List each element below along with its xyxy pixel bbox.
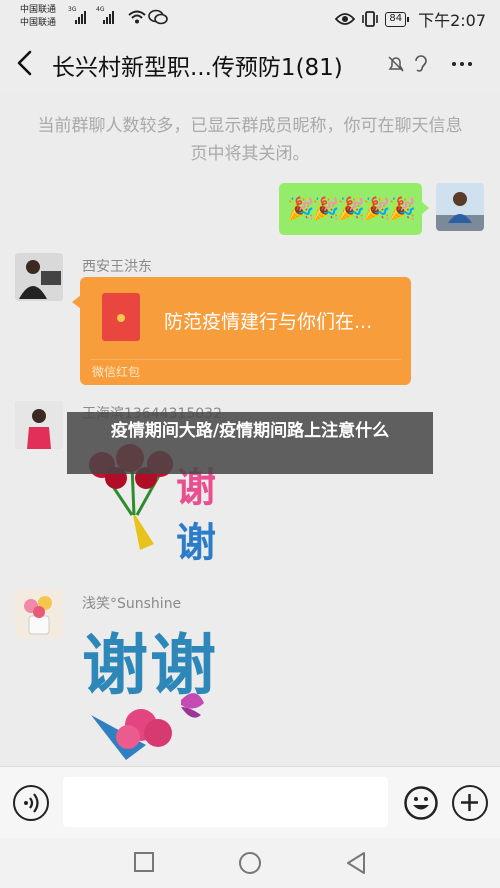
red-packet-label: 微信红包	[92, 365, 141, 379]
status-bar: 中国联通 中国联通 3G 4G 84 下午2:07	[0, 0, 500, 34]
red-packet-title: 防范疫情建行与你们在...	[164, 311, 373, 333]
mute-bell-icon	[388, 56, 404, 72]
eye-comfort-icon	[335, 13, 356, 25]
emoji-button[interactable]	[403, 785, 439, 821]
red-packet-card[interactable]: 防范疫情建行与你们在... 微信红包	[80, 277, 411, 385]
signal-1-icon	[75, 11, 86, 24]
more-functions-button[interactable]	[452, 785, 488, 821]
clock: 下午2:07	[418, 11, 486, 30]
more-options-icon[interactable]	[452, 62, 472, 66]
sender-name: 浅笑°Sunshine	[82, 596, 182, 612]
avatar-wang-hongdong[interactable]	[15, 253, 63, 301]
wechat-notification-icon	[148, 9, 168, 25]
signal-2-icon	[103, 11, 114, 24]
back-arrow-icon[interactable]	[14, 50, 36, 76]
system-notice: 当前群聊人数较多，已显示群成员昵称，你可在聊天信息页中将其关闭。	[37, 116, 463, 164]
divider	[90, 359, 401, 360]
avatar-sunshine[interactable]	[15, 590, 63, 638]
chat-title: 长兴村新型职...传预防1(81)	[52, 55, 343, 81]
battery-indicator: 84	[385, 11, 409, 27]
party-popper-emojis: 🎉🎉🎉🎉🎉	[287, 196, 416, 222]
avatar-wang-haibin[interactable]	[15, 401, 63, 449]
vibrate-icon	[362, 11, 379, 27]
chat-header: 长兴村新型职...传预防1(81)	[0, 34, 500, 94]
sticker-text-xie-2: 谢	[176, 520, 216, 566]
earpiece-mode-icon	[415, 55, 427, 72]
message-input-bar	[0, 766, 500, 838]
overlay-caption-banner: 疫情期间大路/疫情期间路上注意什么	[67, 412, 433, 474]
home-button[interactable]	[238, 851, 262, 875]
recent-apps-button[interactable]	[133, 851, 155, 873]
red-packet-icon	[102, 293, 140, 341]
plus-icon	[461, 794, 478, 811]
carrier-2-label: 中国联通	[20, 18, 57, 28]
wifi-icon	[128, 10, 146, 24]
voice-input-button[interactable]	[13, 785, 49, 821]
flower-butterfly-sticker	[91, 693, 204, 760]
self-message-bubble[interactable]: 🎉🎉🎉🎉🎉	[279, 183, 429, 235]
system-navigation-bar	[0, 838, 500, 888]
carrier-1-label: 中国联通	[20, 5, 57, 15]
voice-icon	[24, 793, 39, 813]
message-input[interactable]	[63, 777, 388, 827]
sender-name: 西安王洪东	[82, 259, 152, 275]
back-button[interactable]	[345, 851, 367, 875]
self-avatar[interactable]	[436, 183, 484, 231]
